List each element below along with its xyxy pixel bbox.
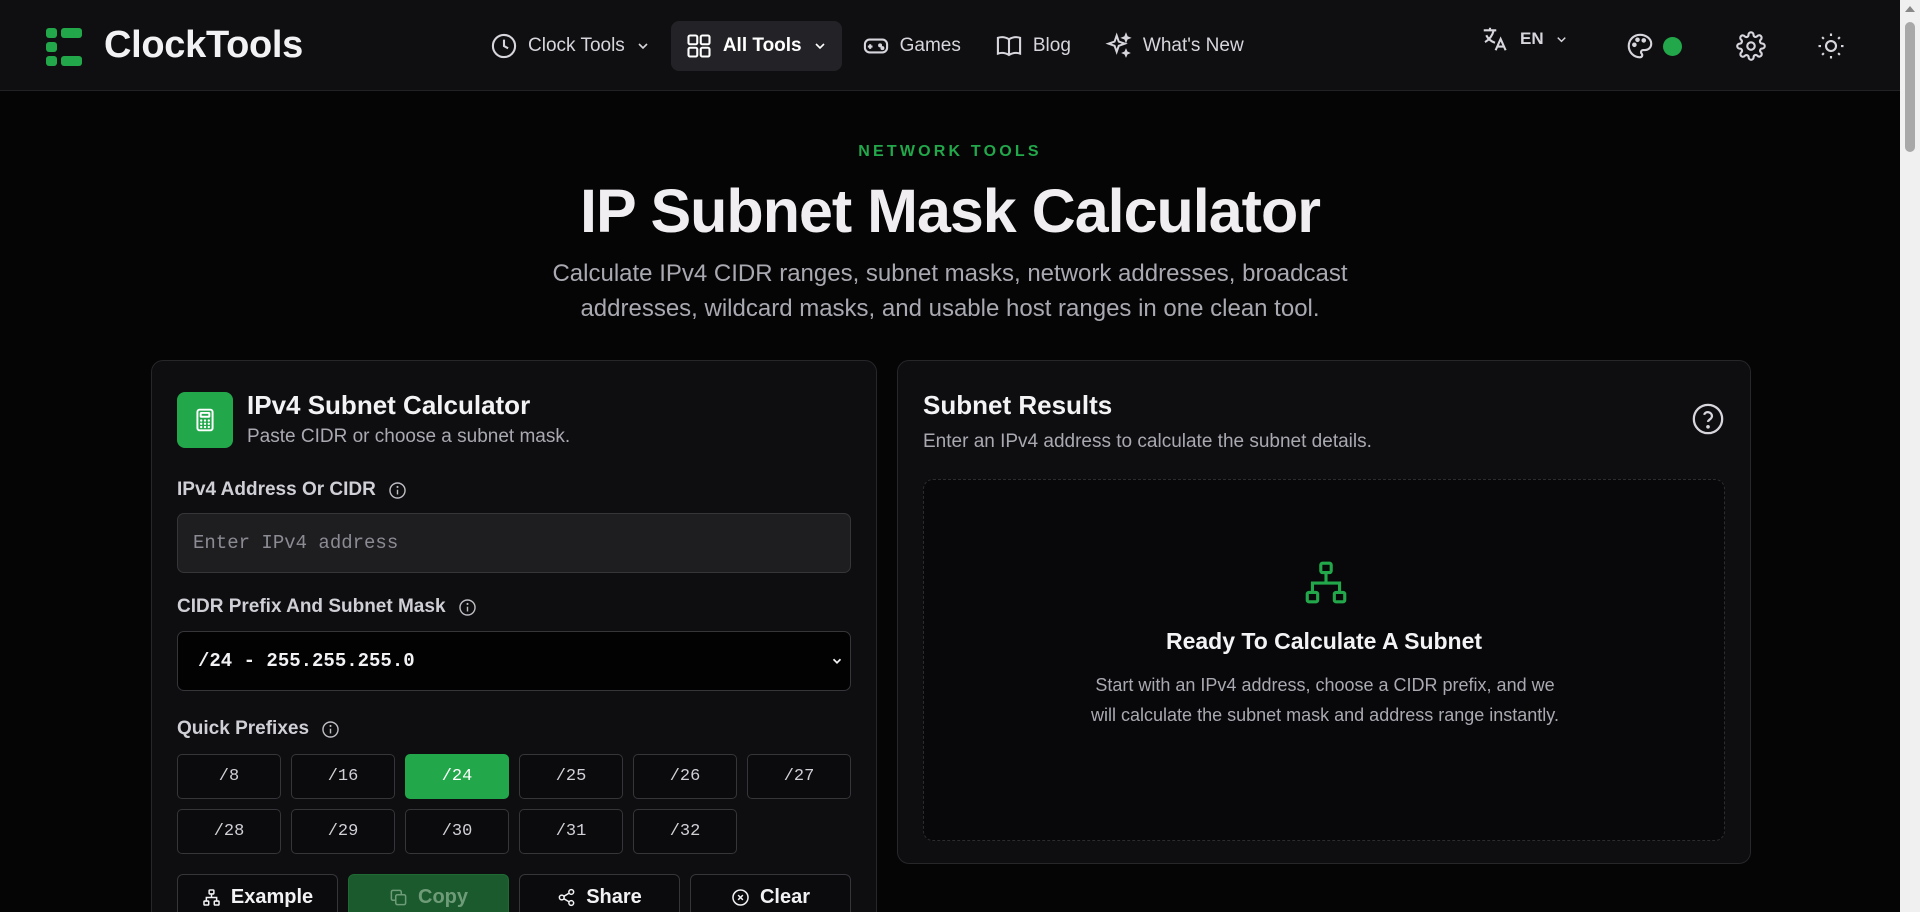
section-eyebrow: NETWORK TOOLS — [858, 143, 1042, 160]
ip-field-label: IPv4 Address Or CIDR — [177, 479, 407, 501]
sparkles-icon — [1105, 32, 1132, 58]
nav-whats-new[interactable]: What's New — [1091, 21, 1258, 71]
nav-clock-tools[interactable]: Clock Tools — [476, 21, 665, 71]
prefix-button-29[interactable]: /29 — [291, 809, 395, 854]
theme-color-picker[interactable] — [1625, 31, 1682, 61]
ip-field-label-text: IPv4 Address Or CIDR — [177, 479, 376, 500]
scrollbar-thumb[interactable] — [1905, 22, 1915, 152]
copy-button-label: Copy — [418, 885, 468, 908]
logo-icon — [44, 26, 84, 66]
question-circle-icon — [1692, 403, 1724, 435]
prefix-button-31[interactable]: /31 — [519, 809, 623, 854]
chevron-down-icon — [638, 43, 648, 50]
example-button-label: Example — [230, 885, 314, 908]
prefix-button-24[interactable]: /24 — [405, 754, 509, 799]
prefix-button-8[interactable]: /8 — [177, 754, 281, 799]
sun-icon — [1818, 33, 1844, 59]
language-selector[interactable]: EN — [1480, 24, 1569, 54]
share-button[interactable]: Share — [519, 874, 680, 912]
nav-all-tools[interactable]: All Tools — [670, 21, 842, 71]
scroll-up-arrow-icon[interactable] — [1905, 6, 1915, 12]
quick-prefixes-label-text: Quick Prefixes — [177, 718, 310, 739]
subnet-calculator-card: IPv4 Subnet Calculator Paste CIDR or cho… — [151, 360, 877, 912]
header-tools: EN — [1480, 24, 1844, 61]
top-navigation-bar: ClockTools Clock Tools All Tools Games B… — [0, 0, 1900, 91]
clear-button[interactable]: Clear — [690, 874, 851, 912]
page-scrollbar[interactable] — [1900, 0, 1920, 912]
language-code: EN — [1520, 29, 1544, 48]
network-icon — [203, 888, 220, 906]
info-icon[interactable] — [388, 481, 407, 500]
nav-clock-tools-label: Clock Tools — [528, 35, 625, 56]
prefix-button-28[interactable]: /28 — [177, 809, 281, 854]
gamepad-icon — [863, 38, 888, 54]
clear-button-label: Clear — [759, 885, 811, 908]
info-icon[interactable] — [458, 598, 477, 617]
results-empty-state: Ready To Calculate A Subnet Start with a… — [923, 479, 1725, 841]
quick-prefixes-label: Quick Prefixes — [177, 718, 340, 740]
clock-icon — [491, 33, 517, 59]
prefix-button-26[interactable]: /26 — [633, 754, 737, 799]
main-nav: Clock Tools All Tools Games Blog What's … — [476, 21, 1258, 71]
palette-icon — [1627, 33, 1653, 59]
page-subtitle: Calculate IPv4 CIDR ranges, subnet masks… — [552, 260, 1348, 322]
empty-state-title: Ready To Calculate A Subnet — [1165, 628, 1483, 654]
network-icon — [1305, 561, 1347, 604]
nav-games[interactable]: Games — [848, 21, 975, 71]
copy-button[interactable]: Copy — [348, 874, 509, 912]
prefix-button-32[interactable]: /32 — [633, 809, 737, 854]
clear-icon — [732, 888, 749, 906]
results-subtitle: Enter an IPv4 address to calculate the s… — [923, 431, 1372, 452]
example-button[interactable]: Example — [177, 874, 338, 912]
theme-toggle-button[interactable] — [1816, 31, 1846, 66]
info-icon[interactable] — [321, 720, 340, 739]
translate-icon — [1483, 27, 1507, 51]
nav-whats-new-label: What's New — [1142, 35, 1244, 56]
nav-all-tools-label: All Tools — [722, 35, 802, 56]
chevron-down-icon — [815, 43, 825, 50]
share-button-label: Share — [586, 885, 642, 908]
accent-color-dot — [1663, 36, 1682, 56]
calculator-icon — [196, 408, 214, 432]
nav-blog-label: Blog — [1032, 35, 1071, 56]
results-title: Subnet Results — [923, 390, 1113, 420]
share-icon — [558, 888, 575, 906]
ip-address-placeholder: Enter IPv4 address — [193, 532, 399, 554]
empty-state-text: Start with an IPv4 address, choose a CID… — [1091, 675, 1559, 725]
prefix-button-30[interactable]: /30 — [405, 809, 509, 854]
page-title: IP Subnet Mask Calculator — [580, 177, 1321, 245]
book-icon — [996, 36, 1022, 57]
chevron-down-icon — [1556, 36, 1566, 42]
cidr-field-label-text: CIDR Prefix And Subnet Mask — [177, 596, 446, 617]
prefix-button-25[interactable]: /25 — [519, 754, 623, 799]
calculator-title: IPv4 Subnet Calculator — [247, 390, 531, 420]
copy-icon — [390, 889, 407, 905]
nav-blog[interactable]: Blog — [981, 21, 1085, 71]
gear-icon — [1736, 31, 1766, 61]
calculator-subtitle: Paste CIDR or choose a subnet mask. — [247, 426, 571, 447]
cidr-selected-value: /24 - 255.255.255.0 — [198, 650, 415, 672]
cidr-field-label: CIDR Prefix And Subnet Mask — [177, 596, 477, 618]
help-button[interactable] — [1691, 402, 1725, 441]
logo[interactable]: ClockTools — [44, 24, 303, 67]
cidr-prefix-select[interactable]: /24 - 255.255.255.0 — [177, 631, 851, 691]
ip-address-input[interactable]: Enter IPv4 address — [177, 513, 851, 573]
logo-text: ClockTools — [104, 24, 303, 66]
subnet-results-card: Subnet Results Enter an IPv4 address to … — [897, 360, 1751, 864]
settings-button[interactable] — [1736, 31, 1766, 66]
chevron-down-icon — [832, 658, 842, 664]
nav-games-label: Games — [899, 35, 961, 56]
prefix-button-16[interactable]: /16 — [291, 754, 395, 799]
grid-icon — [687, 34, 711, 58]
prefix-button-27[interactable]: /27 — [747, 754, 851, 799]
calculator-badge — [177, 392, 233, 448]
